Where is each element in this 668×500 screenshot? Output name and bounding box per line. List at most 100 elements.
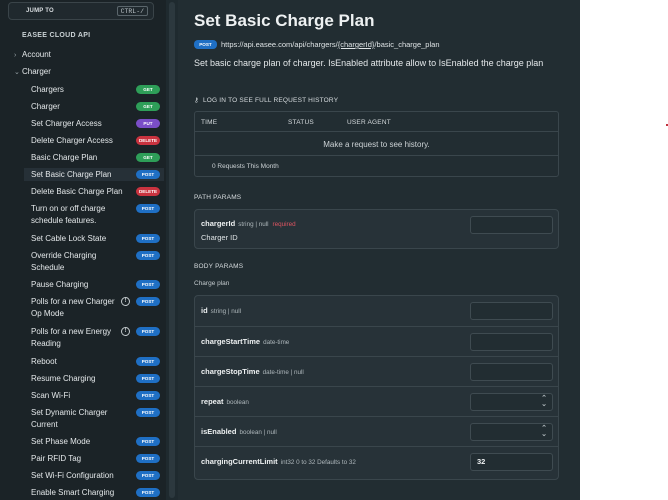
sidebar-item-label: Set Cable Lock State — [31, 234, 107, 243]
sidebar-item-label-line2: Reading — [31, 339, 61, 348]
method-badge: PUT — [136, 119, 160, 128]
url-param: {chargerId} — [337, 40, 375, 49]
sidebar-group-label: Charger — [22, 67, 51, 76]
body-params-card: id string | null chargeStartTime date-time c… — [194, 295, 559, 480]
scrollbar-thumb[interactable] — [169, 2, 175, 498]
charger-id-input[interactable] — [470, 216, 553, 234]
history-count-row: 0 Requests This Month — [195, 155, 558, 177]
param-name: chargeStartTime date-time — [201, 337, 289, 346]
sidebar-item-label: Turn on or off charge — [31, 204, 106, 213]
param-row: chargerId string | null required Charger I… — [195, 210, 558, 248]
sidebar-item-label: Polls for a new Energy — [31, 327, 112, 336]
method-badge: POST — [136, 391, 160, 400]
sidebar-group-charger[interactable]: ⌄ Charger — [14, 67, 51, 76]
info-icon: ! — [121, 327, 130, 336]
param-name-text: id — [201, 306, 208, 315]
main-content: Set Basic Charge Plan POST https://api.e… — [178, 0, 580, 500]
param-row: chargeStartTime date-time — [195, 326, 558, 356]
method-badge: POST — [136, 488, 160, 497]
param-type: int32 0 to 32 Defaults to 32 — [280, 459, 356, 466]
info-icon: ! — [121, 297, 130, 306]
keyboard-shortcut-badge: CTRL-/ — [116, 6, 148, 16]
method-badge: POST — [136, 297, 160, 306]
column-header-status: STATUS — [288, 119, 314, 126]
body-params-heading: BODY PARAMS — [194, 263, 244, 270]
param-name-text: chargeStopTime — [201, 367, 260, 376]
method-badge: DELETE — [136, 136, 160, 145]
method-badge: POST — [194, 40, 217, 49]
param-type: boolean | null — [239, 429, 277, 436]
column-header-user-agent: USER AGENT — [347, 119, 391, 126]
endpoint-url: https://api.easee.com/api/chargers/{char… — [221, 40, 439, 49]
select-repeat[interactable]: ⌃ ⌄ — [470, 393, 553, 411]
sidebar-item-label-line2: Current — [31, 420, 58, 429]
param-name: chargerId string | null required — [201, 219, 296, 228]
input-chargestarttime[interactable] — [470, 333, 553, 351]
param-required: required — [272, 221, 296, 228]
sidebar-scrollbar[interactable] — [166, 0, 178, 500]
param-type: boolean — [226, 399, 249, 406]
param-name-text: chargeStartTime — [201, 337, 261, 346]
sidebar-item-label: Delete Charger Access — [31, 136, 113, 145]
sidebar-item-label: Chargers — [31, 85, 64, 94]
method-badge: GET — [136, 102, 160, 111]
param-row: repeat boolean ⌃ ⌄ — [195, 386, 558, 416]
input-chargingcurrentlimit[interactable]: 32 — [470, 453, 553, 471]
history-login-link[interactable]: ⚷ LOG IN TO SEE FULL REQUEST HISTORY — [194, 96, 338, 104]
method-badge: DELETE — [136, 187, 160, 196]
sidebar-item-label: Set Charger Access — [31, 119, 102, 128]
method-badge: POST — [136, 280, 160, 289]
input-chargestoptime[interactable] — [470, 363, 553, 381]
path-params-heading: PATH PARAMS — [194, 194, 242, 201]
sidebar-item-label: Polls for a new Charger — [31, 297, 115, 306]
sidebar-item-label: Reboot — [31, 357, 57, 366]
param-name-text: chargingCurrentLimit — [201, 457, 278, 466]
method-badge: POST — [136, 170, 160, 179]
method-badge: POST — [136, 471, 160, 480]
method-badge: POST — [136, 357, 160, 366]
param-name: isEnabled boolean | null — [201, 427, 277, 436]
sidebar-item-label: Set Phase Mode — [31, 437, 91, 446]
sidebar-item-label: Set Dynamic Charger — [31, 408, 108, 417]
key-icon: ⚷ — [194, 97, 199, 104]
body-params-subheading: Charge plan — [194, 280, 230, 287]
method-badge: GET — [136, 153, 160, 162]
sidebar-item-label-line2: Schedule — [31, 263, 65, 272]
input-id[interactable] — [470, 302, 553, 320]
chevron-right-icon: › — [14, 52, 17, 59]
endpoint-description: Set basic charge plan of charger. IsEnab… — [194, 58, 544, 68]
select-chevrons-icon: ⌃ ⌄ — [541, 425, 547, 438]
chevron-down-icon: ⌄ — [14, 69, 20, 76]
param-name: chargeStopTime date-time | null — [201, 367, 304, 376]
sidebar-group-label: Account — [22, 50, 51, 59]
history-empty-text: Make a request to see history. — [323, 140, 430, 149]
jump-to-label: JUMP TO — [26, 8, 54, 14]
sidebar-item-label: Set Basic Charge Plan — [31, 170, 112, 179]
history-count: 0 Requests This Month — [212, 163, 279, 170]
param-type: date-time | null — [262, 369, 304, 376]
column-header-time: TIME — [201, 119, 218, 126]
param-name-text: chargerId — [201, 219, 236, 228]
page-title: Set Basic Charge Plan — [194, 11, 375, 30]
sidebar-item-label: Delete Basic Charge Plan — [31, 187, 123, 196]
method-badge: POST — [136, 204, 160, 213]
history-heading: LOG IN TO SEE FULL REQUEST HISTORY — [202, 97, 339, 104]
method-badge: GET — [136, 85, 160, 94]
param-description: Charger ID — [201, 233, 238, 242]
url-prefix: https://api.easee.com/api/chargers/ — [221, 40, 338, 49]
param-type: string | null — [210, 308, 242, 315]
param-name-text: repeat — [201, 397, 224, 406]
method-badge: POST — [136, 374, 160, 383]
sidebar-item-label: Scan Wi-Fi — [31, 391, 71, 400]
path-params-card: chargerId string | null required Charger I… — [194, 209, 559, 249]
jump-to-search[interactable]: JUMP TO CTRL-/ — [8, 2, 154, 20]
history-table-header: TIME STATUS USER AGENT — [195, 112, 558, 132]
select-chevrons-icon: ⌃ ⌄ — [541, 395, 547, 408]
sidebar-item-label: Pair RFID Tag — [31, 454, 82, 463]
param-name: chargingCurrentLimit int32 0 to 32 Defaul… — [201, 457, 356, 466]
sidebar-group-account[interactable]: › Account — [14, 50, 51, 59]
select-isenabled[interactable]: ⌃ ⌄ — [470, 423, 553, 441]
url-suffix: /basic_charge_plan — [374, 40, 440, 49]
sidebar-item-label: Resume Charging — [31, 374, 96, 383]
sidebar-item-label: Enable Smart Charging — [31, 488, 115, 497]
